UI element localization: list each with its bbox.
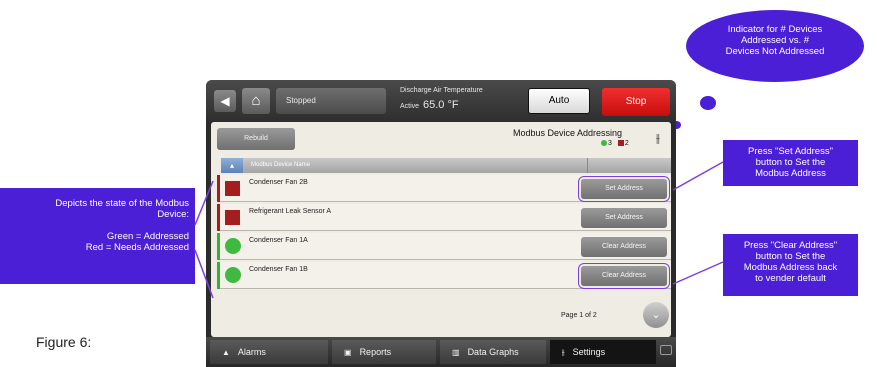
nav-alarms[interactable]: ▲ Alarms <box>210 340 328 364</box>
temperature-state: Active <box>400 103 420 110</box>
needs-addressed-icon <box>225 210 240 225</box>
sort-icon[interactable]: ▴ <box>221 158 243 173</box>
table-row: Refrigerant Leak Sensor A Set Address <box>217 204 671 231</box>
clear-address-button[interactable]: Clear Address <box>581 237 667 257</box>
nav-settings[interactable]: ⫲ Settings <box>550 340 656 364</box>
callout-text: Device: <box>157 209 189 220</box>
callout-text: Modbus Address <box>755 168 826 179</box>
addressed-count: 3 <box>608 140 612 147</box>
callout-text: Indicator for # Devices <box>727 24 823 35</box>
device-name: Refrigerant Leak Sensor A <box>249 208 332 215</box>
clear-address-callout: Press "Clear Address" button to Set the … <box>723 234 858 296</box>
column-header: ▴ Modbus Device Name <box>221 158 671 173</box>
not-addressed-square-icon <box>617 140 624 147</box>
page-down-button[interactable]: ⌄ <box>643 302 669 328</box>
device-name: Condenser Fan 1A <box>249 237 308 244</box>
column-header-label: Modbus Device Name <box>251 162 311 168</box>
nav-label: Reports <box>359 347 392 357</box>
callout-text: button to Set the <box>755 251 826 262</box>
state-callout: Depicts the state of the Modbus Device: … <box>0 188 195 284</box>
top-bar: ◀ ⌂ Stopped Discharge Air Temperature Ac… <box>206 80 676 122</box>
needs-addressed-icon <box>225 181 240 196</box>
callout-text: Red = Needs Addressed <box>85 242 189 253</box>
callout-text: Green = Addressed <box>106 231 189 242</box>
nav-label: Settings <box>572 347 606 357</box>
nav-label: Data Graphs <box>467 347 519 357</box>
device-screen: ◀ ⌂ Stopped Discharge Air Temperature Ac… <box>206 80 676 367</box>
callout-text: Modbus Address back <box>743 262 838 273</box>
clear-address-button[interactable]: Clear Address <box>581 266 667 286</box>
table-row: Condenser Fan 1A Clear Address <box>217 233 671 260</box>
page-indicator: Page 1 of 2 <box>561 312 597 319</box>
chat-icon[interactable] <box>660 345 672 355</box>
figure-caption: Figure 6: <box>36 334 92 350</box>
callout-text: button to Set the <box>755 157 826 168</box>
rebuild-button[interactable]: Rebuild <box>217 128 295 150</box>
sliders-icon[interactable]: ⫲ <box>656 131 660 146</box>
set-address-button[interactable]: Set Address <box>581 179 667 199</box>
home-icon: ⌂ <box>251 92 261 109</box>
state-bar <box>217 233 220 260</box>
not-addressed-count: 2 <box>624 140 629 147</box>
back-arrow-icon: ◀ <box>220 94 230 108</box>
set-address-button[interactable]: Set Address <box>581 208 667 228</box>
callout-text: Depicts the state of the Modbus <box>55 198 189 209</box>
chart-icon: ▥ <box>452 348 460 357</box>
bell-icon: ▲ <box>222 348 230 357</box>
state-bar <box>217 175 220 202</box>
unit-status: Stopped <box>276 88 386 114</box>
temperature-label: Discharge Air Temperature <box>400 87 483 94</box>
state-bar <box>217 204 220 231</box>
addressed-dot-icon <box>601 140 607 147</box>
bottom-nav: ▲ Alarms ▣ Reports ▥ Data Graphs ⫲ Settings <box>206 337 676 367</box>
chevron-down-icon: ⌄ <box>651 309 661 321</box>
auto-button[interactable]: Auto <box>528 88 590 114</box>
device-name: Condenser Fan 1B <box>249 266 308 273</box>
nav-data-graphs[interactable]: ▥ Data Graphs <box>440 340 546 364</box>
indicator-callout: Indicator for # Devices Addressed vs. # … <box>686 10 864 82</box>
state-bar <box>217 262 220 289</box>
back-button[interactable]: ◀ <box>214 90 236 112</box>
sliders-icon: ⫲ <box>562 348 565 357</box>
nav-label: Alarms <box>237 347 266 357</box>
address-count-indicator: 3 2 <box>601 140 629 147</box>
temperature-readout: Active 65.0 °F <box>400 98 459 114</box>
callout-text: to vender default <box>755 273 826 284</box>
device-name: Condenser Fan 2B <box>249 179 308 186</box>
callout-text: Devices Not Addressed <box>725 46 825 57</box>
temperature-value: 65.0 °F <box>423 99 459 111</box>
table-row: Condenser Fan 2B Set Address <box>217 175 671 202</box>
table-row: Condenser Fan 1B Clear Address <box>217 262 671 289</box>
page-title: Modbus Device Addressing <box>513 128 623 138</box>
document-icon: ▣ <box>344 348 352 357</box>
callout-gap <box>0 220 189 231</box>
callout-text: Press "Set Address" <box>748 146 833 157</box>
connector-line <box>672 261 724 285</box>
home-button[interactable]: ⌂ <box>242 88 270 114</box>
column-divider <box>587 158 588 173</box>
modbus-addressing-panel: Rebuild Modbus Device Addressing 3 2 ⫲ ▴… <box>211 122 671 337</box>
connector-line <box>672 161 724 191</box>
addressed-icon <box>225 238 241 254</box>
set-address-callout: Press "Set Address" button to Set the Mo… <box>723 140 858 186</box>
stop-button[interactable]: Stop <box>602 88 670 116</box>
nav-reports[interactable]: ▣ Reports <box>332 340 436 364</box>
callout-text: Press "Clear Address" <box>743 240 838 251</box>
addressed-icon <box>225 267 241 283</box>
callout-bubble <box>700 96 716 110</box>
callout-text: Addressed vs. # <box>740 35 810 46</box>
